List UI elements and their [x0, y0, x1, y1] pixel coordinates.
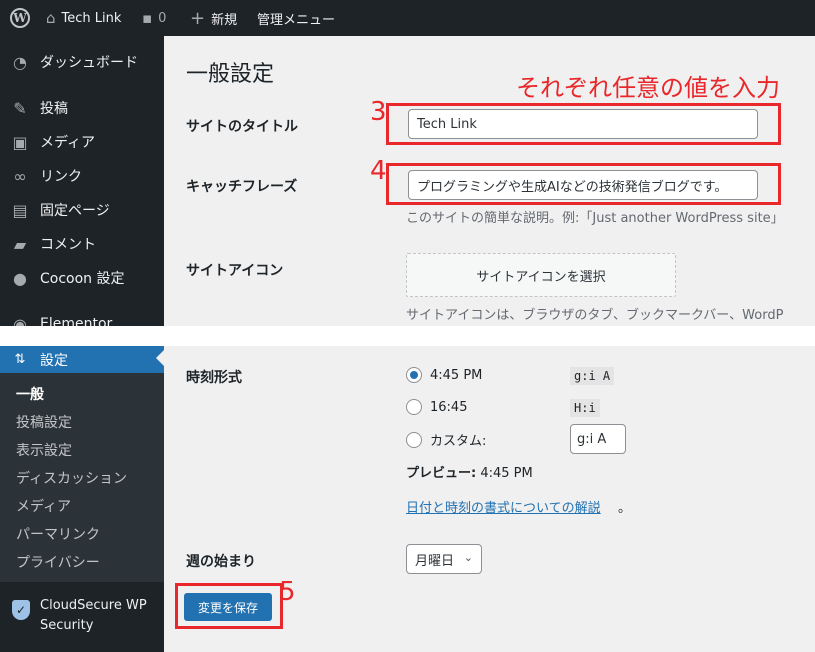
- home-icon: ⌂: [46, 9, 56, 27]
- link-period: 。: [618, 501, 632, 516]
- sidebar-item-label: メディア: [40, 135, 96, 151]
- submenu-item-writing[interactable]: 投稿設定: [16, 412, 72, 432]
- site-name-link[interactable]: ⌂ Tech Link: [46, 0, 121, 36]
- settings-submenu-sidebar: ⇅ 設定 一般 投稿設定 表示設定 ディスカッション メディア パーマリンク プ…: [0, 346, 164, 652]
- sidebar-item-media[interactable]: ▣ メディア: [0, 125, 164, 159]
- site-icon-label: サイトアイコン: [186, 263, 284, 279]
- format-code: H:i: [570, 399, 600, 417]
- preview-value: 4:45 PM: [480, 466, 533, 481]
- settings-sliders-icon: ⇅: [14, 352, 26, 367]
- sidebar-item-dashboard[interactable]: ◔ ダッシュボード: [0, 45, 164, 79]
- media-icon: ▣: [12, 132, 28, 152]
- site-icon-description: サイトアイコンは、ブラウザのタブ、ブックマークバー、WordP: [406, 308, 784, 323]
- submenu-item-discussion[interactable]: ディスカッション: [16, 468, 127, 488]
- sidebar-item-label: 投稿: [40, 101, 68, 117]
- comment-icon: ▰: [13, 234, 27, 254]
- custom-time-format-input[interactable]: [570, 424, 626, 454]
- comments-link[interactable]: ▪ 0: [142, 0, 166, 36]
- sidebar-item-elementor[interactable]: ◉ Elementor: [0, 307, 164, 327]
- week-start-label: 週の始まり: [186, 554, 256, 570]
- general-settings-content: 一般設定 それぞれ任意の値を入力 サイトのタイトル 3 キャッチフレーズ 4 こ…: [164, 36, 815, 326]
- pin-icon: ✎: [13, 98, 27, 118]
- top-screenshot-panel: W ⌂ Tech Link ▪ 0 + 新規 管理メニュー ◔ ダッシュボード …: [0, 0, 815, 326]
- sidebar-item-label: CloudSecure WP Security: [40, 598, 147, 633]
- dashboard-icon: ◔: [13, 52, 27, 72]
- submenu-item-general[interactable]: 一般: [16, 384, 44, 404]
- comments-count: 0: [158, 10, 167, 26]
- annotation-note: それぞれ任意の値を入力: [516, 74, 780, 102]
- tagline-label: キャッチフレーズ: [186, 179, 298, 195]
- sidebar-item-label: コメント: [40, 237, 96, 253]
- radio-button[interactable]: [406, 431, 422, 448]
- admin-sidebar: ◔ ダッシュボード ✎ 投稿 ▣ メディア ∞ リンク ▤ 固定ページ ▰ コメ…: [0, 36, 164, 326]
- sidebar-item-label: ダッシュボード: [40, 55, 138, 71]
- sidebar-item-comments[interactable]: ▰ コメント: [0, 227, 164, 261]
- submenu-item-reading[interactable]: 表示設定: [16, 440, 72, 460]
- sidebar-item-pages[interactable]: ▤ 固定ページ: [0, 193, 164, 227]
- sidebar-item-label: リンク: [40, 169, 82, 185]
- option-label: カスタム:: [430, 434, 487, 449]
- option-label: 4:45 PM: [430, 367, 483, 383]
- comment-bubble-icon: ▪: [142, 9, 153, 27]
- site-name-label: Tech Link: [61, 10, 122, 26]
- annotation-number-3: 3: [370, 97, 387, 127]
- site-title-label: サイトのタイトル: [186, 119, 298, 135]
- sidebar-item-label: 固定ページ: [40, 203, 110, 219]
- time-format-label: 時刻形式: [186, 370, 242, 386]
- submenu-item-permalinks[interactable]: パーマリンク: [16, 524, 100, 544]
- elementor-icon: ◉: [13, 314, 27, 327]
- time-format-option-12h[interactable]: 4:45 PM: [406, 367, 482, 383]
- admin-bar: W ⌂ Tech Link ▪ 0 + 新規 管理メニュー: [0, 0, 815, 36]
- format-code: g:i A: [570, 367, 615, 385]
- radio-button[interactable]: [406, 367, 422, 383]
- radio-button[interactable]: [406, 399, 422, 415]
- plus-icon: +: [190, 7, 206, 29]
- preview-label: プレビュー:: [406, 466, 477, 481]
- submenu-item-media[interactable]: メディア: [16, 496, 71, 516]
- sidebar-item-cloudsecure[interactable]: ✓ CloudSecure WP Security: [0, 582, 164, 652]
- select-site-icon-button[interactable]: サイトアイコンを選択: [406, 253, 676, 297]
- page-title: 一般設定: [186, 62, 275, 87]
- sidebar-item-label: 設定: [40, 352, 68, 369]
- week-start-select[interactable]: 月曜日 ⌄: [406, 544, 482, 574]
- chevron-down-icon: ⌄: [463, 551, 473, 564]
- sidebar-item-settings[interactable]: ⇅ 設定: [0, 346, 164, 373]
- wordpress-logo-button[interactable]: W: [10, 0, 30, 36]
- new-label: 新規: [211, 12, 238, 28]
- admin-menu-link[interactable]: 管理メニュー: [257, 0, 335, 36]
- annotation-box-4: [386, 163, 781, 205]
- annotation-number-5: 5: [279, 577, 296, 607]
- time-format-option-custom[interactable]: カスタム:: [406, 430, 486, 449]
- sidebar-item-cocoon[interactable]: ● Cocoon 設定: [0, 261, 164, 295]
- annotation-number-4: 4: [370, 156, 387, 186]
- bottom-screenshot-panel: ⇅ 設定 一般 投稿設定 表示設定 ディスカッション メディア パーマリンク プ…: [0, 346, 815, 652]
- sidebar-item-links[interactable]: ∞ リンク: [0, 159, 164, 193]
- page-icon: ▤: [12, 200, 28, 220]
- tagline-description: このサイトの簡単な説明。例:「Just another WordPress si…: [406, 211, 784, 226]
- time-preview: プレビュー: 4:45 PM: [406, 462, 533, 481]
- link-icon: ∞: [13, 166, 27, 186]
- shield-check-icon: ✓: [12, 600, 30, 620]
- time-format-option-24h[interactable]: 16:45: [406, 399, 467, 415]
- sidebar-item-posts[interactable]: ✎ 投稿: [0, 91, 164, 125]
- admin-menu-label: 管理メニュー: [257, 12, 336, 28]
- cocoon-icon: ●: [13, 268, 27, 288]
- sidebar-item-label: Cocoon 設定: [40, 271, 125, 287]
- current-menu-arrow: [156, 350, 164, 366]
- sidebar-item-label: Elementor: [40, 316, 113, 326]
- annotation-box-5: [175, 583, 283, 629]
- selected-value: 月曜日: [415, 553, 455, 569]
- option-label: 16:45: [430, 399, 468, 415]
- date-time-format-doc-link[interactable]: 日付と時刻の書式についての解説: [406, 497, 601, 516]
- annotation-box-3: [386, 103, 781, 145]
- submenu-item-privacy[interactable]: プライバシー: [16, 552, 100, 572]
- wordpress-icon: W: [10, 8, 30, 28]
- new-content-link[interactable]: + 新規: [190, 0, 237, 36]
